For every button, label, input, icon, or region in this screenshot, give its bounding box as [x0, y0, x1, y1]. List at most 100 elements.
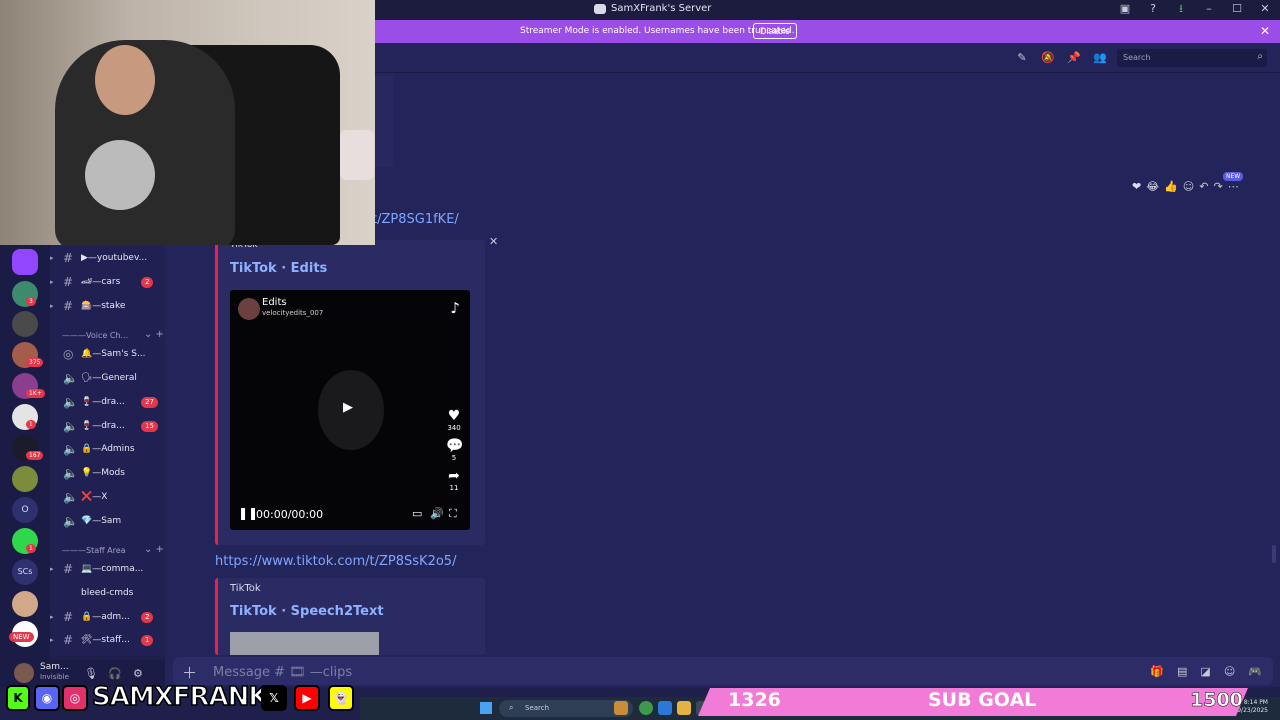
pinned-icon[interactable]: 📌 — [1067, 51, 1081, 65]
kick-icon: K — [6, 685, 30, 711]
instagram-icon: ◎ — [62, 685, 88, 711]
stage-icon: ◎ — [63, 347, 74, 361]
channel-name: 💎—Sam — [81, 516, 122, 526]
screen-share-icon[interactable]: ▣ — [1118, 2, 1132, 16]
minimize-icon[interactable]: – — [1202, 2, 1216, 16]
staff-category[interactable]: ———Staff Area — [62, 546, 126, 555]
taskbar-app-icon[interactable] — [614, 701, 628, 715]
voice-category[interactable]: ———Voice Ch... — [62, 331, 128, 340]
hash-icon: # — [63, 633, 74, 647]
message-composer: ＋ Message # 🎞 —clips 🎁 ▤ ◪ ☺ 🎮 — [165, 655, 1280, 687]
threads-icon[interactable]: ✎ — [1015, 51, 1029, 65]
sub-goal-target: 1500 — [1190, 689, 1243, 712]
speaker-icon: 🔈 — [63, 490, 78, 504]
embed-title[interactable]: TikTok · Edits — [230, 261, 327, 276]
notifications-muted-icon[interactable]: 🔕 — [1041, 51, 1055, 65]
hash-icon: # — [63, 275, 74, 289]
chrome-icon[interactable] — [639, 701, 653, 715]
sticker-icon[interactable]: ◪ — [1200, 665, 1210, 678]
hash-icon: # — [63, 299, 74, 313]
channel-item[interactable]: ▸ # 🏎—cars 2 — [50, 273, 165, 293]
remove-embed-icon[interactable]: ✕ — [489, 235, 498, 248]
snapchat-icon: 👻 — [328, 685, 354, 711]
gif-icon[interactable]: ▤ — [1177, 665, 1187, 678]
add-channel-icon[interactable]: ⌄ + — [144, 544, 164, 555]
shares-stat: ➦ 11 — [446, 468, 462, 492]
channel-arrow-icon: ▸ — [50, 254, 54, 262]
video-thumbnail[interactable] — [230, 632, 379, 655]
channel-item[interactable]: ▸ # 🎰—stake — [50, 297, 165, 317]
channel-item[interactable]: ▸ # 🔒—adm... 2 — [50, 608, 165, 628]
play-icon[interactable]: ▶ — [343, 400, 353, 415]
speaker-icon: 🔈 — [63, 395, 78, 409]
voice-channel-item[interactable]: ◎ 🔔—Sam's S... — [50, 345, 165, 365]
server-icon[interactable] — [12, 466, 38, 492]
search-input[interactable]: Search ⌕ — [1117, 49, 1267, 67]
channel-arrow-icon: ▸ — [50, 565, 54, 573]
server-twitch[interactable] — [12, 249, 38, 275]
voice-channel-item[interactable]: 🔈 🍷—dra... 27 — [50, 393, 165, 413]
voice-channel-item[interactable]: 🔈 🍷—dra... 15 — [50, 417, 165, 437]
message-link[interactable]: t/ZP8SG1fKE/ — [372, 212, 459, 227]
voice-channel-item[interactable]: 🔈 💡—Mods — [50, 464, 165, 484]
fullscreen-icon[interactable]: ⛶ — [449, 507, 457, 521]
discord-social-icon: ◉ — [34, 685, 60, 711]
thumbs-up-reaction-icon[interactable]: 👍 — [1164, 180, 1178, 193]
channel-name: ❌—X — [81, 492, 108, 502]
volume-icon[interactable]: 🔊 — [430, 507, 444, 520]
maximize-icon[interactable]: ☐ — [1230, 2, 1244, 16]
channel-arrow-icon: ▸ — [50, 636, 54, 644]
microphone-icon[interactable]: 🎙 — [84, 667, 98, 680]
server-text-icon[interactable]: SCs — [12, 559, 38, 585]
close-window-icon[interactable]: ✕ — [1258, 2, 1272, 16]
video-player[interactable]: Edits velocityedits_007 ♪ ▶ ♥ 340 💬 5 ➦ … — [230, 290, 470, 530]
more-icon[interactable]: ⋯ — [1228, 180, 1239, 193]
channel-item[interactable]: bleed-cmds — [50, 584, 165, 604]
headphones-icon[interactable]: 🎧 — [108, 667, 122, 680]
server-icon[interactable] — [12, 311, 38, 337]
taskbar-search[interactable]: ⌕ Search — [499, 700, 633, 717]
channel-item[interactable]: ▸ # ▶—youtubev... — [50, 249, 165, 269]
server-badge: 1K+ — [26, 389, 45, 398]
member-list-icon[interactable]: 👥 — [1093, 51, 1107, 65]
streamer-handle: SAMXFRANK — [91, 681, 269, 713]
help-icon[interactable]: ? — [1146, 2, 1160, 16]
edge-icon[interactable] — [658, 701, 672, 715]
captions-icon[interactable]: ▭ — [412, 507, 422, 520]
message-link-2[interactable]: https://www.tiktok.com/t/ZP8SsK2o5/ — [215, 554, 456, 569]
heart-reaction-icon[interactable]: ❤ — [1132, 180, 1141, 193]
chat-scrollbar[interactable] — [1272, 545, 1276, 563]
add-channel-icon[interactable]: ⌄ + — [144, 329, 164, 340]
attach-plus-icon[interactable]: ＋ — [182, 662, 197, 683]
share-icon: ➦ — [448, 468, 460, 484]
apps-icon[interactable]: 🎮 — [1248, 665, 1262, 678]
settings-icon[interactable]: ⚙ — [133, 667, 143, 680]
voice-channel-item[interactable]: 🔈 🔒—Admins — [50, 440, 165, 460]
voice-channel-item[interactable]: 🔈 🗣—General — [50, 369, 165, 389]
laugh-reaction-icon[interactable]: 😂 — [1146, 180, 1159, 193]
close-banner-icon[interactable]: ✕ — [1260, 24, 1270, 38]
message-input[interactable]: Message # 🎞 —clips — [213, 665, 352, 680]
gift-icon[interactable]: 🎁 — [1150, 665, 1164, 678]
channel-item[interactable]: ▸ # 🛠—staff... 1 — [50, 631, 165, 651]
reply-icon[interactable]: ↶ — [1199, 180, 1208, 193]
channel-item[interactable]: ▸ # 💻—comma... — [50, 560, 165, 580]
voice-channel-item[interactable]: 🔈 💎—Sam — [50, 512, 165, 532]
add-reaction-icon[interactable]: ☺ — [1183, 180, 1194, 193]
hash-icon: # — [63, 562, 74, 576]
windows-start-icon[interactable] — [480, 702, 492, 714]
file-explorer-icon[interactable] — [677, 701, 691, 715]
embed-title-2[interactable]: TikTok · Speech2Text — [230, 604, 384, 619]
user-status: Invisible — [40, 673, 69, 681]
channel-name: bleed-cmds — [81, 588, 134, 598]
download-icon[interactable]: ⭳ — [1174, 2, 1188, 16]
server-icon[interactable] — [12, 591, 38, 617]
forward-icon[interactable]: ↷ — [1213, 180, 1222, 193]
avatar[interactable] — [14, 663, 34, 683]
server-list: 3 375 1K+ 1 167 O 1 SCs NEW — [0, 245, 50, 660]
emoji-icon[interactable]: ☺ — [1224, 665, 1235, 678]
channel-name: 💡—Mods — [81, 468, 125, 478]
server-text-icon[interactable]: O — [12, 497, 38, 523]
voice-channel-item[interactable]: 🔈 ❌—X — [50, 488, 165, 508]
disable-streamer-mode-button[interactable]: Disable — [753, 23, 798, 39]
